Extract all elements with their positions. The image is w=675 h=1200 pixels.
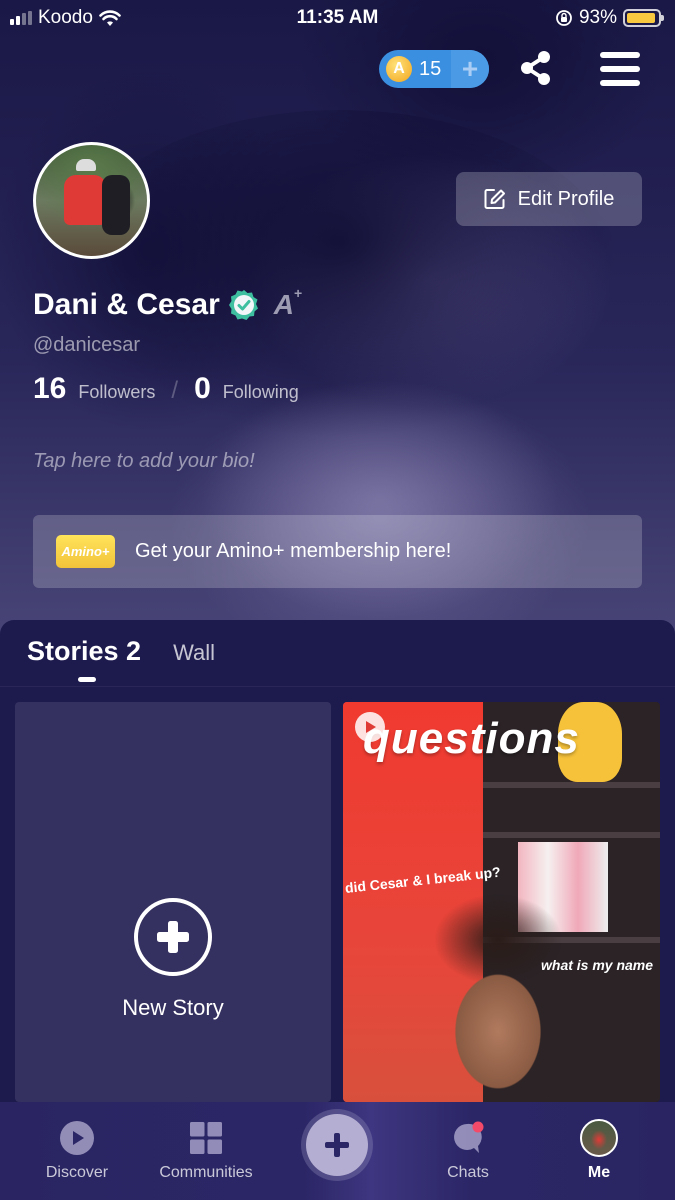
orientation-lock-icon (556, 10, 572, 26)
story-caption-title: questions (363, 714, 580, 763)
carrier-name: Koodo (38, 7, 93, 28)
plus-icon: + (461, 53, 479, 84)
add-story-icon (134, 898, 212, 976)
amino-plus-icon[interactable]: A + (274, 285, 302, 321)
status-bar: Koodo 11:35 AM 93% (0, 0, 675, 36)
new-story-label: New Story (122, 995, 224, 1020)
tab-stories[interactable]: Stories 2 (27, 636, 141, 667)
amino-plus-banner-text: Get your Amino+ membership here! (135, 540, 452, 562)
edit-profile-button[interactable]: Edit Profile (456, 172, 642, 226)
bottom-navigation: Discover Communities Chats Me (0, 1102, 675, 1200)
battery-percent: 93% (578, 7, 617, 28)
plus-icon (157, 921, 189, 953)
chat-bubble-icon (454, 1121, 484, 1153)
nav-communities[interactable]: Communities (146, 1120, 266, 1182)
followers-label[interactable]: Followers (78, 382, 155, 403)
new-story-card[interactable]: New Story (15, 702, 331, 1102)
avatar (580, 1119, 618, 1157)
profile-avatar[interactable] (33, 142, 150, 259)
nav-discover[interactable]: Discover (17, 1120, 137, 1182)
story-video-card[interactable]: questions did Cesar & I break up? what i… (343, 702, 660, 1102)
bio-placeholder[interactable]: Tap here to add your bio! (33, 450, 255, 473)
nav-me[interactable]: Me (539, 1119, 659, 1182)
play-circle-icon (60, 1121, 94, 1155)
play-icon[interactable] (355, 712, 385, 742)
divider (0, 686, 675, 687)
following-label[interactable]: Following (223, 382, 299, 403)
active-tab-indicator (78, 677, 96, 682)
clock: 11:35 AM (296, 7, 379, 28)
nav-label: Discover (45, 1164, 109, 1181)
story-caption-line: what is my name (541, 957, 654, 973)
story-thumbnail-person (413, 882, 583, 1102)
nav-label: Me (587, 1164, 611, 1181)
edit-icon (484, 189, 505, 209)
create-post-button[interactable] (306, 1114, 368, 1176)
amino-plus-banner[interactable]: Amino+ Get your Amino+ membership here! (33, 515, 642, 588)
plus-icon (325, 1133, 349, 1157)
notification-badge (472, 1121, 484, 1133)
share-icon (521, 51, 550, 85)
hamburger-menu-icon (600, 52, 640, 58)
signal-icon (10, 11, 32, 25)
divider: / (171, 377, 179, 404)
follow-stats: 16 Followers / 0 Following (33, 372, 299, 406)
profile-tabs: Stories 2 Wall (27, 636, 215, 667)
followers-count[interactable]: 16 (33, 372, 66, 406)
nav-chats[interactable]: Chats (408, 1120, 528, 1182)
nav-label: Communities (159, 1164, 253, 1181)
following-count[interactable]: 0 (194, 372, 211, 406)
amino-plus-badge-icon: Amino+ (56, 535, 115, 568)
coins-button[interactable]: A 15 + (379, 50, 489, 88)
battery-level (627, 13, 655, 23)
add-coins-button[interactable]: + (451, 50, 489, 88)
coin-count: 15 (419, 57, 442, 80)
menu-button[interactable] (600, 52, 640, 86)
wifi-icon (99, 9, 121, 26)
share-button[interactable] (516, 48, 556, 88)
display-name: Dani & Cesar (33, 288, 220, 321)
verified-badge-icon (228, 290, 258, 320)
tab-wall[interactable]: Wall (173, 640, 215, 666)
edit-profile-label: Edit Profile (517, 187, 615, 210)
grid-icon (190, 1122, 222, 1154)
username-handle: @danicesar (33, 334, 141, 356)
display-name-row: Dani & Cesar A + (33, 285, 302, 322)
nav-label: Chats (447, 1164, 489, 1181)
amino-coin-icon: A (386, 56, 412, 82)
battery-icon (623, 9, 664, 27)
